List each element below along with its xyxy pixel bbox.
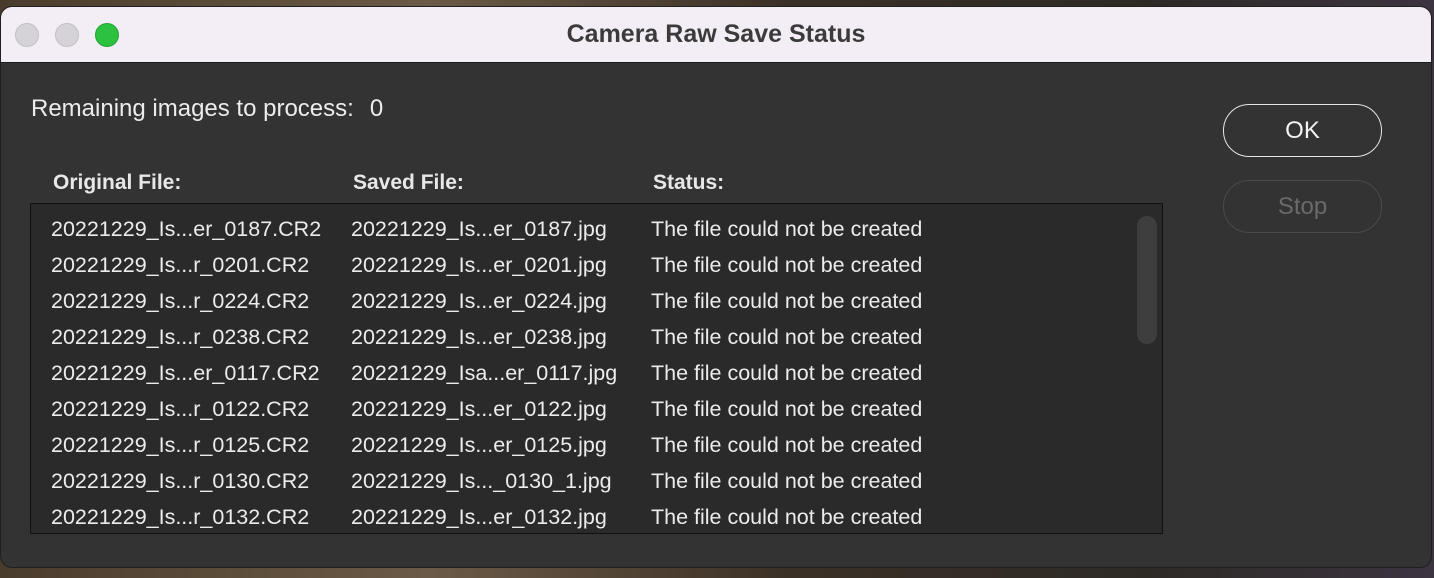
status-cell: The file could not be created (651, 433, 923, 457)
status-cell: The file could not be created (651, 397, 923, 421)
original-file-cell: 20221229_Is...r_0201.CR2 (51, 253, 310, 277)
column-header-saved: Saved File: (353, 171, 464, 194)
ok-button[interactable]: OK (1223, 104, 1382, 157)
status-cell: The file could not be created (651, 217, 923, 241)
saved-file-cell: 20221229_Is..._0130_1.jpg (351, 469, 612, 493)
save-status-dialog: Camera Raw Save Status Remaining images … (0, 6, 1432, 568)
table-row[interactable]: 20221229_Is...r_0122.CR2 20221229_Is...er… (31, 392, 1162, 428)
table-row[interactable]: 20221229_Is...r_0132.CR2 20221229_Is...er… (31, 500, 1162, 533)
original-file-cell: 20221229_Is...r_0224.CR2 (51, 289, 310, 313)
table-row[interactable]: 20221229_Is...r_0201.CR2 20221229_Is...er… (31, 248, 1162, 284)
table-row[interactable]: 20221229_Is...er_0187.CR2 20221229_Is...e… (31, 212, 1162, 248)
saved-file-cell: 20221229_Is...er_0125.jpg (351, 433, 607, 457)
table-row[interactable]: 20221229_Is...r_0224.CR2 20221229_Is...er… (31, 284, 1162, 320)
original-file-cell: 20221229_Is...er_0117.CR2 (51, 361, 320, 385)
saved-file-cell: 20221229_Is...er_0224.jpg (351, 289, 607, 313)
original-file-cell: 20221229_Is...r_0125.CR2 (51, 433, 310, 457)
original-file-cell: 20221229_Is...r_0132.CR2 (51, 505, 310, 529)
original-file-cell: 20221229_Is...r_0238.CR2 (51, 325, 310, 349)
list-scrollbar[interactable] (1132, 204, 1162, 533)
saved-file-cell: 20221229_Is...er_0132.jpg (351, 505, 607, 529)
column-header-status: Status: (653, 171, 725, 194)
remaining-count: 0 (369, 95, 384, 122)
saved-file-cell: 20221229_Is...er_0122.jpg (351, 397, 607, 421)
window-title: Camera Raw Save Status (566, 20, 866, 48)
saved-file-cell: 20221229_Isa...er_0117.jpg (351, 361, 618, 385)
table-row[interactable]: 20221229_Is...r_0238.CR2 20221229_Is...er… (31, 320, 1162, 356)
status-cell: The file could not be created (651, 253, 923, 277)
table-row[interactable]: 20221229_Is...r_0125.CR2 20221229_Is...er… (31, 428, 1162, 464)
original-file-cell: 20221229_Is...r_0130.CR2 (51, 469, 310, 493)
remaining-label: Remaining images to process: (31, 95, 354, 122)
table-row[interactable]: 20221229_Is...er_0117.CR2 20221229_Isa...… (31, 356, 1162, 392)
table-row[interactable]: 20221229_Is...r_0130.CR2 20221229_Is..._0… (31, 464, 1162, 500)
stop-button[interactable]: Stop (1223, 180, 1382, 233)
status-cell: The file could not be created (651, 361, 923, 385)
status-cell: The file could not be created (651, 325, 923, 349)
saved-file-cell: 20221229_Is...er_0201.jpg (351, 253, 607, 277)
status-cell: The file could not be created (651, 505, 923, 529)
file-status-list[interactable]: 20221229_Is...r_0132.CR2 20221229_Is...er… (30, 203, 1163, 534)
status-cell: The file could not be created (651, 469, 923, 493)
scrollbar-thumb[interactable] (1137, 216, 1157, 344)
title-bar: Camera Raw Save Status (1, 7, 1431, 63)
column-header-original: Original File: (53, 171, 182, 194)
status-cell: The file could not be created (651, 289, 923, 313)
original-file-cell: 20221229_Is...r_0122.CR2 (51, 397, 310, 421)
saved-file-cell: 20221229_Is...er_0238.jpg (351, 325, 607, 349)
remaining-images-status: Remaining images to process: 0 (31, 95, 383, 123)
saved-file-cell: 20221229_Is...er_0187.jpg (351, 217, 607, 241)
original-file-cell: 20221229_Is...er_0187.CR2 (51, 217, 322, 241)
